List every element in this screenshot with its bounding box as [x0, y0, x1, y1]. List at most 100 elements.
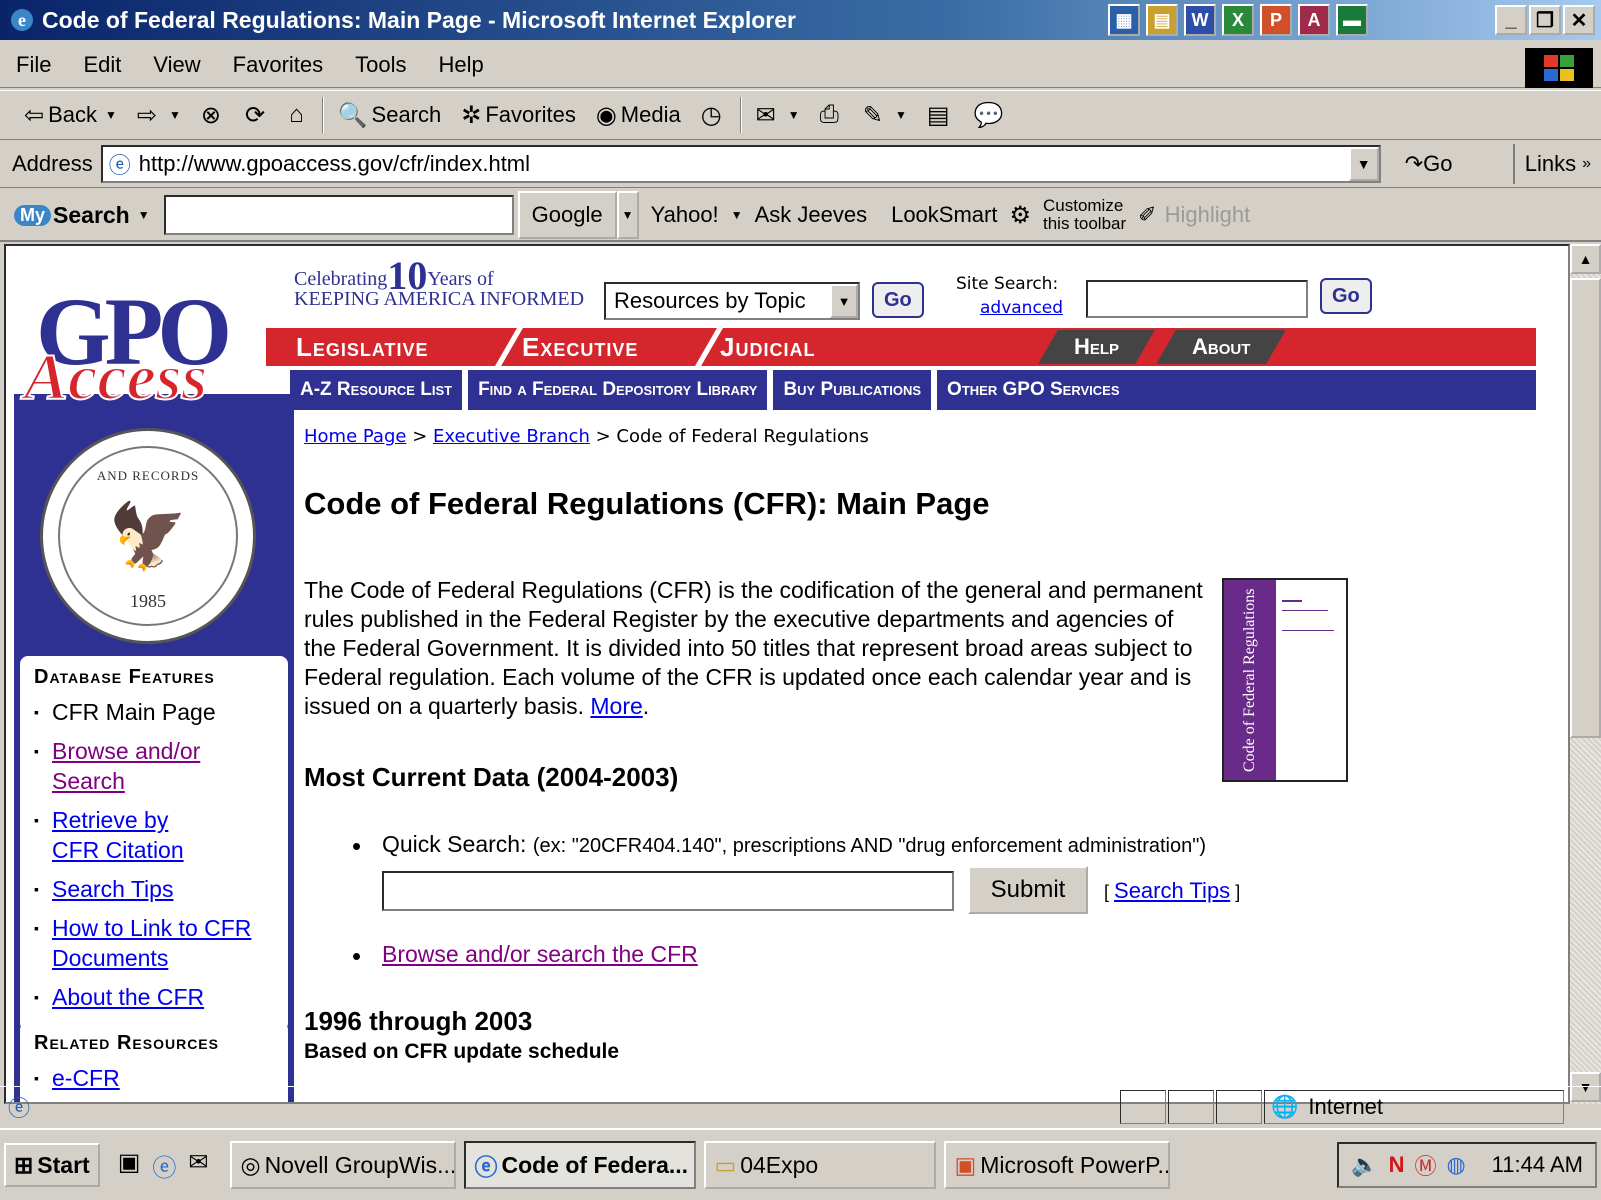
vertical-scrollbar[interactable]: ▲ ▼: [1570, 244, 1601, 1104]
folder-icon[interactable]: ▤: [1146, 4, 1178, 36]
menu-edit[interactable]: Edit: [67, 52, 137, 78]
nav-help[interactable]: Help: [1038, 330, 1155, 364]
web-page-viewport[interactable]: GPO Access AND RECORDS 🦅 1985 Database F…: [4, 244, 1570, 1104]
home-button[interactable]: ⌂: [279, 93, 318, 137]
desktop-icon[interactable]: ▬: [1336, 4, 1368, 36]
resources-by-topic-select[interactable]: Resources by Topic ▼: [604, 282, 860, 320]
nav-buy-publications[interactable]: Buy Publications: [773, 370, 938, 410]
show-desktop-icon[interactable]: ▣: [118, 1148, 141, 1183]
looksmart-button[interactable]: LookSmart: [879, 202, 1009, 228]
browse-search-link[interactable]: Browse and/or Search: [52, 738, 200, 794]
chevron-right-icon[interactable]: »: [1582, 155, 1591, 173]
google-dropdown-button[interactable]: ▼: [616, 191, 639, 239]
antivirus-icon[interactable]: Ⓜ: [1414, 1149, 1436, 1181]
scroll-up-button[interactable]: ▲: [1570, 244, 1601, 274]
ie-launch-icon[interactable]: ⓔ: [152, 1148, 176, 1183]
back-button[interactable]: ⇦ Back ▼: [14, 93, 127, 137]
forward-button[interactable]: ⇨ ▼: [127, 93, 191, 137]
nav-legislative[interactable]: Legislative: [296, 330, 429, 364]
about-cfr-link[interactable]: About the CFR: [52, 984, 204, 1010]
search-tips-link[interactable]: Search Tips: [52, 876, 173, 902]
search-tips-inline-link[interactable]: Search Tips: [1114, 878, 1230, 903]
retrieve-line-2[interactable]: CFR Citation: [52, 837, 184, 863]
task-04expo[interactable]: ▭ 04Expo: [704, 1141, 937, 1189]
title-bar[interactable]: e Code of Federal Regulations: Main Page…: [0, 0, 1601, 40]
advanced-search-link[interactable]: advanced: [980, 298, 1063, 318]
mysearch-logo[interactable]: My Search ▼: [14, 202, 150, 229]
discuss-button[interactable]: ▤: [917, 93, 964, 137]
site-search-input[interactable]: [1086, 280, 1308, 318]
task-ie-cfr[interactable]: ⓔ Code of Federa...: [464, 1141, 697, 1189]
chevron-down-icon[interactable]: ▼: [895, 108, 907, 122]
stop-button[interactable]: ⊗: [191, 93, 235, 137]
chevron-down-icon[interactable]: ▼: [788, 108, 800, 122]
google-button[interactable]: Google: [517, 191, 617, 239]
task-groupwise[interactable]: ◎ Novell GroupWis...: [230, 1141, 457, 1189]
novell-icon[interactable]: N: [1389, 1152, 1405, 1178]
start-button[interactable]: ⊞ Start: [4, 1143, 100, 1187]
menu-help[interactable]: Help: [423, 52, 500, 78]
clock[interactable]: 11:44 AM: [1492, 1152, 1583, 1178]
nav-executive[interactable]: Executive: [522, 330, 638, 364]
retrieve-line-1[interactable]: Retrieve by: [52, 807, 168, 833]
site-search-go-button[interactable]: Go: [1320, 278, 1372, 314]
sidebar-item-search-tips[interactable]: Search Tips: [34, 874, 274, 904]
chevron-down-icon[interactable]: ▼: [731, 208, 743, 222]
address-input[interactable]: ⓔ http://www.gpoaccess.gov/cfr/index.htm…: [100, 144, 1381, 183]
sidebar-item-retrieve[interactable]: Retrieve by CFR Citation: [34, 805, 274, 865]
chevron-down-icon[interactable]: ▼: [138, 208, 150, 222]
outlook-icon[interactable]: ✉: [188, 1148, 208, 1183]
edit-button[interactable]: ✎ ▼: [853, 93, 917, 137]
how-to-link-line-1[interactable]: How to Link to CFR: [52, 915, 251, 941]
quick-search-input[interactable]: [382, 871, 954, 911]
powerpoint-icon[interactable]: P: [1260, 4, 1292, 36]
retrieve-citation-link[interactable]: Retrieve by CFR Citation: [52, 807, 184, 863]
customize-toolbar-button[interactable]: Customize this toolbar: [1031, 197, 1138, 233]
access-icon[interactable]: A: [1298, 4, 1330, 36]
how-to-link-link[interactable]: How to Link to CFR Documents: [52, 915, 251, 971]
sidebar-item-how-to-link[interactable]: How to Link to CFR Documents: [34, 913, 274, 973]
sidebar-item-about[interactable]: About the CFR: [34, 982, 274, 1012]
browse-cfr-link[interactable]: Browse and/or search the CFR: [382, 941, 698, 967]
address-url[interactable]: http://www.gpoaccess.gov/cfr/index.html: [139, 151, 530, 177]
highlight-button[interactable]: Highlight: [1157, 202, 1259, 228]
minimize-button[interactable]: _: [1495, 5, 1527, 35]
chevron-down-icon[interactable]: ▼: [830, 284, 858, 318]
search-button[interactable]: 🔍 Search: [328, 93, 452, 137]
menu-file[interactable]: File: [0, 52, 67, 78]
favorites-button[interactable]: ✲ Favorites: [451, 93, 586, 137]
scroll-thumb[interactable]: [1570, 278, 1601, 738]
gpo-access-logo[interactable]: GPO Access: [14, 276, 264, 415]
more-link[interactable]: More: [590, 693, 642, 719]
nav-az-resource-list[interactable]: A-Z Resource List: [290, 370, 469, 410]
media-button[interactable]: ◉ Media: [586, 93, 691, 137]
nav-find-library[interactable]: Find a Federal Depository Library: [468, 370, 774, 410]
office-icon[interactable]: ▦: [1108, 4, 1140, 36]
nav-about[interactable]: About: [1156, 330, 1287, 364]
chevron-down-icon[interactable]: ▼: [105, 108, 117, 122]
breadcrumb-home[interactable]: Home Page: [304, 426, 406, 447]
how-to-link-line-2[interactable]: Documents: [52, 945, 168, 971]
menu-view[interactable]: View: [137, 52, 216, 78]
task-powerpoint[interactable]: ▣ Microsoft PowerP...: [944, 1141, 1171, 1189]
nav-other-services[interactable]: Other GPO Services: [937, 370, 1129, 410]
history-button[interactable]: ◷: [691, 93, 736, 137]
links-toolbar[interactable]: Links »: [1512, 144, 1601, 184]
close-button[interactable]: ✕: [1563, 5, 1595, 35]
address-dropdown-button[interactable]: ▼: [1348, 146, 1379, 181]
network-globe-icon[interactable]: ◍: [1446, 1152, 1465, 1178]
mail-button[interactable]: ✉ ▼: [746, 93, 810, 137]
ask-jeeves-button[interactable]: Ask Jeeves: [743, 202, 880, 228]
word-icon[interactable]: W: [1184, 4, 1216, 36]
chevron-down-icon[interactable]: ▼: [169, 108, 181, 122]
volume-icon[interactable]: 🔈: [1351, 1152, 1378, 1178]
submit-button[interactable]: Submit: [968, 866, 1088, 914]
messenger-button[interactable]: 💬: [964, 93, 1018, 137]
nav-judicial[interactable]: Judicial: [720, 330, 815, 364]
refresh-button[interactable]: ⟳: [235, 93, 279, 137]
maximize-button[interactable]: ❐: [1529, 5, 1561, 35]
topic-go-button[interactable]: Go: [872, 282, 924, 318]
yahoo-button[interactable]: Yahoo!: [639, 202, 731, 228]
print-button[interactable]: ⎙: [810, 93, 853, 137]
excel-icon[interactable]: X: [1222, 4, 1254, 36]
